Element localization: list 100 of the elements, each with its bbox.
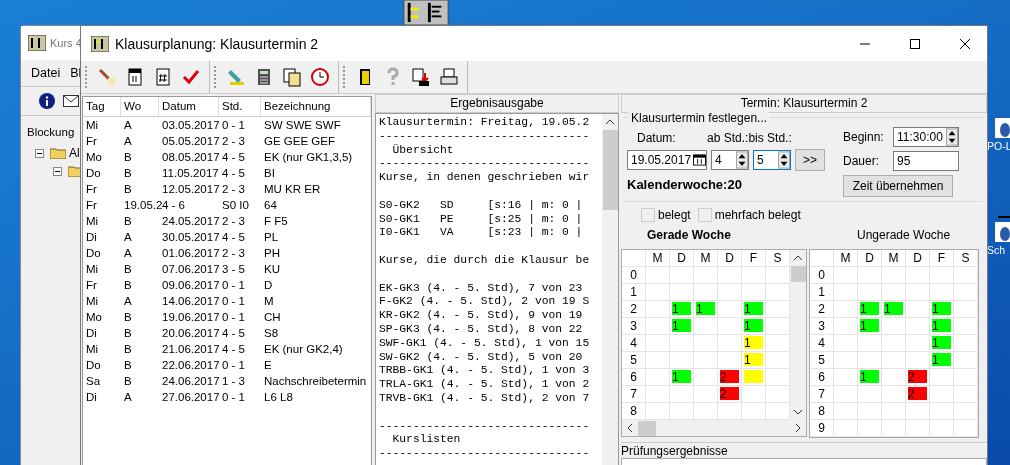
- grid-cell[interactable]: [858, 403, 882, 420]
- spinner-icon[interactable]: [736, 151, 748, 169]
- occupancy-cell[interactable]: 1: [858, 301, 882, 318]
- grid-cell[interactable]: [718, 318, 742, 335]
- grid-cell[interactable]: [906, 301, 930, 318]
- grid-cell[interactable]: [858, 420, 882, 437]
- grid-cell[interactable]: [834, 403, 858, 420]
- grid-cell[interactable]: [646, 386, 670, 403]
- tree-item[interactable]: Al: [69, 146, 80, 160]
- hash-document-icon[interactable]: [153, 67, 173, 87]
- scroll-thumb[interactable]: [602, 130, 618, 210]
- grid-cell[interactable]: [670, 284, 694, 301]
- grid-cell[interactable]: [930, 369, 954, 386]
- app-icon[interactable]: [403, 0, 449, 25]
- grid-cell[interactable]: [954, 267, 978, 284]
- grid-cell[interactable]: [718, 352, 742, 369]
- grid-cell[interactable]: [930, 267, 954, 284]
- spinner-icon[interactable]: [778, 151, 790, 169]
- column-header[interactable]: Datum: [159, 97, 219, 116]
- spin-field[interactable]: 5: [753, 150, 791, 170]
- occupancy-cell[interactable]: 1: [858, 369, 882, 386]
- grid-cell[interactable]: [906, 335, 930, 352]
- apply-time-button[interactable]: Zeit übernehmen: [843, 175, 953, 197]
- grid-cell[interactable]: [646, 267, 670, 284]
- grid-cell[interactable]: [646, 284, 670, 301]
- occupancy-cell[interactable]: 2: [718, 369, 742, 386]
- grid-cell[interactable]: [858, 335, 882, 352]
- scrollbar[interactable]: [790, 250, 806, 420]
- grid-cell[interactable]: [906, 403, 930, 420]
- grid-cell[interactable]: [954, 420, 978, 437]
- shortcut-icon[interactable]: [995, 118, 1010, 138]
- grid-cell[interactable]: [834, 284, 858, 301]
- grid-cell[interactable]: [646, 335, 670, 352]
- grid-cell[interactable]: [882, 267, 906, 284]
- scrollbar[interactable]: [622, 420, 806, 436]
- column-header[interactable]: Wo: [121, 97, 159, 116]
- scroll-thumb[interactable]: [638, 420, 656, 436]
- grid-cell[interactable]: [694, 386, 718, 403]
- tab[interactable]: Blockung: [27, 126, 75, 138]
- grid-cell[interactable]: [834, 267, 858, 284]
- grid-cell[interactable]: [834, 301, 858, 318]
- checkbox-label[interactable]: mehrfach belegt: [714, 208, 801, 222]
- occupancy-cell[interactable]: 1: [930, 335, 954, 352]
- info-icon[interactable]: [39, 93, 55, 109]
- printer-icon[interactable]: [439, 67, 459, 87]
- occupancy-cell[interactable]: 1: [742, 301, 766, 318]
- scroll-up-icon[interactable]: [605, 119, 615, 125]
- grid-cell[interactable]: [834, 420, 858, 437]
- grid-cell[interactable]: [930, 403, 954, 420]
- occupancy-cell[interactable]: 1: [930, 318, 954, 335]
- collapse-toggle-icon[interactable]: [53, 166, 62, 176]
- occupancy-cell[interactable]: 2: [718, 386, 742, 403]
- export-icon[interactable]: [411, 67, 431, 87]
- grid-cell[interactable]: [670, 386, 694, 403]
- grid-cell[interactable]: [882, 369, 906, 386]
- scroll-down-icon[interactable]: [793, 409, 803, 415]
- grid-cell[interactable]: [834, 335, 858, 352]
- occupancy-cell[interactable]: 1: [742, 352, 766, 369]
- grid-cell[interactable]: [858, 386, 882, 403]
- grid-cell[interactable]: [694, 369, 718, 386]
- grid-cell[interactable]: [930, 386, 954, 403]
- grid-cell[interactable]: [646, 352, 670, 369]
- time-field[interactable]: 11:30:00: [893, 127, 959, 147]
- column-header[interactable]: Bezeichnung: [261, 97, 371, 116]
- checkbox[interactable]: [697, 208, 712, 222]
- grid-cell[interactable]: [882, 420, 906, 437]
- grid-cell[interactable]: [882, 284, 906, 301]
- close-icon[interactable]: [959, 37, 971, 50]
- shortcut-label[interactable]: Sch: [987, 244, 1006, 256]
- grid-cell[interactable]: [954, 369, 978, 386]
- grid-cell[interactable]: [882, 318, 906, 335]
- grid-cell[interactable]: [646, 318, 670, 335]
- occupancy-cell[interactable]: 1: [670, 301, 694, 318]
- scroll-thumb[interactable]: [790, 266, 806, 282]
- grid-cell[interactable]: [882, 352, 906, 369]
- calendar-icon[interactable]: [125, 67, 145, 87]
- grid-cell[interactable]: [930, 420, 954, 437]
- checkbox-label[interactable]: belegt: [658, 208, 691, 222]
- grid-cell[interactable]: [954, 335, 978, 352]
- wand-icon[interactable]: [97, 67, 117, 87]
- scroll-left-icon[interactable]: [627, 423, 633, 433]
- column-header[interactable]: Std.: [219, 97, 261, 116]
- occupancy-cell[interactable]: 1: [670, 318, 694, 335]
- occupancy-cell[interactable]: 2: [906, 369, 930, 386]
- grid-cell[interactable]: [906, 420, 930, 437]
- grid-cell[interactable]: [882, 403, 906, 420]
- grid-cell[interactable]: [834, 386, 858, 403]
- grid-cell[interactable]: [882, 335, 906, 352]
- maximize-icon[interactable]: [909, 37, 921, 50]
- grid-cell[interactable]: [954, 318, 978, 335]
- grid-cell[interactable]: [858, 352, 882, 369]
- scroll-up-icon[interactable]: [793, 255, 803, 261]
- grid-cell[interactable]: [954, 352, 978, 369]
- next-button[interactable]: >>: [795, 149, 825, 171]
- grid-cell[interactable]: [718, 301, 742, 318]
- shortcut-icon[interactable]: [995, 222, 1010, 242]
- grid-cell[interactable]: [694, 267, 718, 284]
- duration-field[interactable]: 95: [893, 151, 959, 171]
- occupancy-cell[interactable]: 1: [858, 318, 882, 335]
- grid-cell[interactable]: [954, 301, 978, 318]
